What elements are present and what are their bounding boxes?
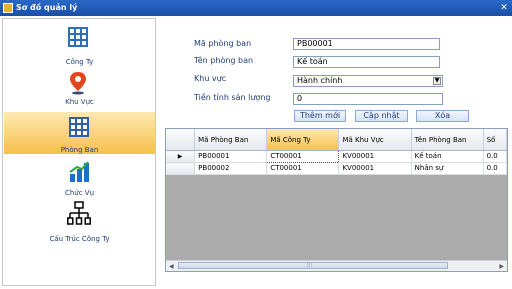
table-cell[interactable]: Nhân sự: [411, 162, 484, 175]
location-pin-icon: [70, 72, 86, 95]
column-header[interactable]: Số: [483, 129, 507, 151]
table-cell[interactable]: KV00001: [338, 150, 412, 163]
table-cell[interactable]: KV00001: [338, 162, 412, 175]
table-row[interactable]: PB00002 CT00001 KV00001 Nhân sự 0.0: [166, 162, 507, 175]
cap-nhat-button[interactable]: Cập nhật: [355, 110, 408, 122]
chevron-down-icon[interactable]: ▼: [433, 77, 441, 85]
table-cell[interactable]: PB00002: [194, 162, 268, 175]
xoa-button[interactable]: Xóa: [416, 110, 469, 122]
tien-tinh-san-luong-field[interactable]: 0: [293, 93, 443, 105]
ma-phong-ban-field[interactable]: PB00001: [293, 38, 440, 50]
scroll-right-icon[interactable]: ▶: [499, 263, 504, 270]
row-header[interactable]: [166, 162, 196, 175]
ten-phong-ban-label: Tên phòng ban: [194, 56, 254, 65]
table-cell[interactable]: Kế toán: [411, 150, 484, 163]
column-header[interactable]: Tên Phòng Ban: [411, 129, 484, 151]
building-grid-icon: [69, 117, 89, 137]
row-header-corner: [166, 129, 196, 151]
column-header[interactable]: Mã Phòng Ban: [194, 129, 268, 151]
bar-chart-icon: [69, 161, 89, 182]
khu-vuc-select[interactable]: Hành chính ▼: [293, 75, 443, 87]
org-chart-icon: [67, 201, 91, 225]
sidebar-item-label: Công Ty: [65, 58, 94, 66]
sidebar-item-khu-vuc[interactable]: Khu Vực: [4, 71, 155, 107]
sidebar-item-cong-ty[interactable]: Công Ty: [4, 23, 155, 67]
horizontal-scrollbar[interactable]: ◀ ||| ▶: [166, 260, 507, 271]
them-moi-button[interactable]: Thêm mới: [294, 110, 346, 122]
scroll-grip-icon: |||: [307, 262, 313, 268]
app-icon: [3, 3, 13, 13]
table-cell[interactable]: 0.0: [483, 150, 507, 163]
ten-phong-ban-field[interactable]: Kế toán: [293, 56, 440, 68]
table-cell[interactable]: PB00001: [194, 150, 268, 163]
sidebar-item-label: Phòng Ban: [60, 146, 99, 154]
table-cell[interactable]: CT00001: [266, 162, 340, 175]
sidebar-item-label: Chức Vụ: [64, 189, 95, 197]
window-title: Sơ đồ quản lý: [16, 3, 78, 12]
scrollbar-thumb[interactable]: |||: [178, 262, 448, 269]
table-row[interactable]: ▶ PB00001 CT00001 KV00001 Kế toán 0.0: [166, 150, 507, 163]
building-grid-icon: [68, 27, 88, 47]
close-icon[interactable]: ✕: [498, 2, 510, 14]
table-cell[interactable]: CT00001: [266, 150, 340, 163]
grid-header-row: Mã Phòng Ban Mã Công Ty Mã Khu Vực Tên P…: [166, 129, 507, 151]
title-bar: Sơ đồ quản lý ✕: [0, 0, 512, 16]
sidebar: Công Ty Khu Vực Phòng Ban Chức Vụ Cấu Tr…: [2, 18, 156, 286]
tien-tinh-san-luong-label: Tiền tính sản lượng: [194, 93, 271, 102]
khu-vuc-label: Khu vực: [194, 74, 227, 83]
sidebar-item-phong-ban[interactable]: Phòng Ban: [4, 112, 155, 154]
scroll-left-icon[interactable]: ◀: [169, 263, 174, 270]
sidebar-item-cau-truc-cong-ty[interactable]: Cấu Trúc Công Ty: [4, 201, 155, 245]
column-header[interactable]: Mã Công Ty: [266, 129, 340, 151]
ma-phong-ban-label: Mã phòng ban: [194, 39, 252, 48]
sidebar-item-chuc-vu[interactable]: Chức Vụ: [4, 159, 155, 201]
column-header[interactable]: Mã Khu Vực: [338, 129, 412, 151]
current-row-icon: ▶: [166, 150, 196, 163]
table-cell[interactable]: 0.0: [483, 162, 507, 175]
phong-ban-grid[interactable]: Mã Phòng Ban Mã Công Ty Mã Khu Vực Tên P…: [165, 128, 508, 272]
sidebar-item-label: Khu Vực: [65, 98, 94, 106]
khu-vuc-selected-value: Hành chính: [297, 76, 343, 85]
sidebar-item-label: Cấu Trúc Công Ty: [49, 235, 110, 243]
